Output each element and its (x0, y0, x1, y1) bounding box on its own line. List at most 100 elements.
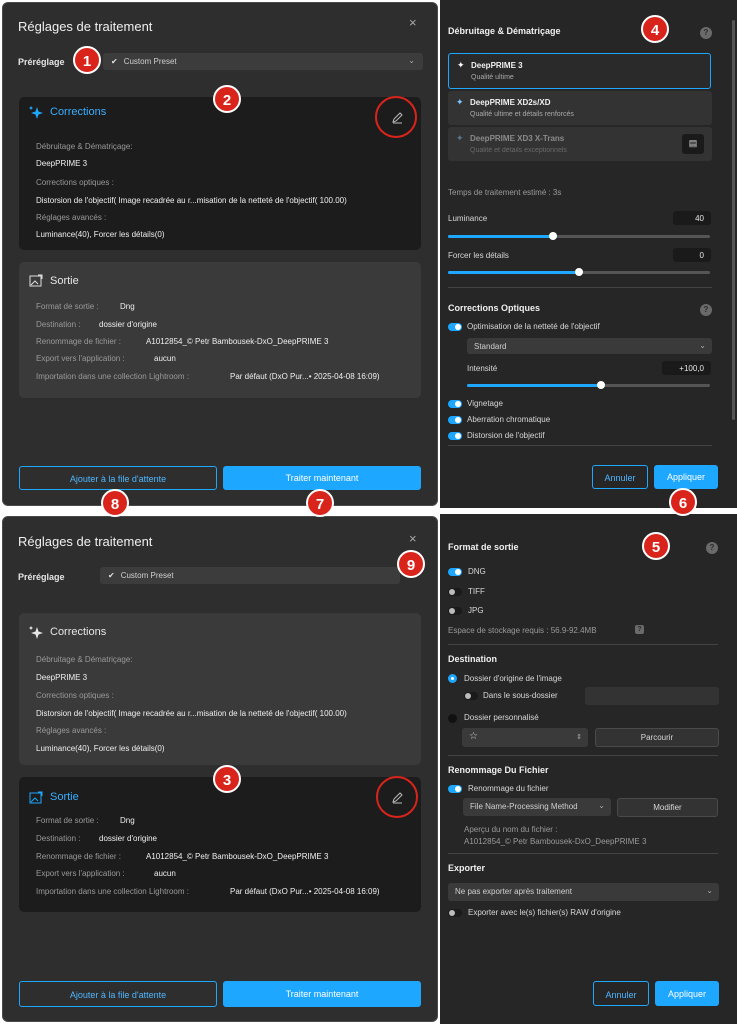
lightroom-key: Importation dans une collection Lightroo… (36, 887, 189, 896)
chromatic-toggle[interactable] (448, 416, 462, 424)
preset-label: Préréglage (18, 57, 65, 67)
scrollbar[interactable] (732, 20, 735, 420)
rename-method-value: File Name-Processing Method (470, 802, 578, 811)
origin-folder-radio[interactable] (448, 674, 457, 683)
vignetting-toggle[interactable] (448, 400, 462, 408)
sparkle-icon: ✦ (456, 133, 464, 143)
top-right-panel: Débruitage & Dématriçage ? ✦ DeepPRIME 3… (440, 0, 737, 508)
output-card[interactable]: Sortie Format de sortie : Dng Destinatio… (19, 777, 421, 912)
format-value: Dng (120, 816, 135, 825)
marker-8: 8 (101, 489, 129, 517)
option-name: DeepPRIME XD2s/XD (470, 98, 551, 107)
advanced-key: Réglages avancés : (36, 213, 107, 222)
export-raw-toggle[interactable] (448, 909, 462, 917)
subfolder-toggle[interactable] (464, 692, 478, 700)
help-icon[interactable]: ? (700, 304, 712, 316)
custom-folder-radio[interactable] (448, 714, 457, 723)
preset-dropdown[interactable]: ✔ Custom Preset ⌄ (103, 53, 423, 70)
origin-folder-label: Dossier d'origine de l'image (464, 674, 562, 683)
sparkle-icon: ✦ (456, 97, 464, 107)
intensity-slider[interactable] (467, 381, 710, 389)
option-deepprime3[interactable]: ✦ DeepPRIME 3 Qualité ultime (448, 53, 711, 89)
help-icon[interactable]: ? (635, 625, 644, 634)
preset-value: Custom Preset (120, 571, 174, 580)
details-value[interactable]: 0 (673, 248, 711, 262)
close-icon[interactable]: × (409, 15, 417, 30)
corrections-card[interactable]: Corrections Débruitage & Dématriçage: De… (19, 613, 421, 765)
preview-label: Aperçu du nom du fichier : (464, 825, 558, 834)
sharpen-toggle[interactable] (448, 323, 462, 331)
jpg-label: JPG (468, 606, 484, 615)
export-key: Export vers l'application : (36, 354, 125, 363)
add-to-queue-button[interactable]: Ajouter à la file d'attente (19, 981, 217, 1007)
advanced-key: Réglages avancés : (36, 726, 107, 735)
help-icon[interactable]: ? (700, 27, 712, 39)
jpg-toggle[interactable] (448, 607, 462, 615)
option-deepprime-xd2s[interactable]: ✦ DeepPRIME XD2s/XD Qualité ultime et dé… (448, 91, 712, 125)
output-card[interactable]: Sortie Format de sortie : Dng Destinatio… (19, 262, 421, 398)
denoise-value: DeepPRIME 3 (36, 673, 88, 682)
help-icon[interactable]: ? (706, 542, 718, 554)
slider-knob[interactable] (548, 232, 557, 240)
cancel-button[interactable]: Annuler (592, 465, 648, 489)
sharpen-mode-dropdown[interactable]: Standard ⌄ (467, 338, 712, 354)
divider (448, 853, 718, 854)
luminance-label: Luminance (448, 214, 488, 223)
favorite-folder-dropdown[interactable]: ☆ ⇕ (462, 728, 588, 747)
subfolder-input[interactable] (585, 687, 719, 705)
rename-value: A1012854_© Petr Bambousek-DxO_DeepPRIME … (146, 852, 329, 861)
chromatic-label: Aberration chromatique (467, 415, 551, 424)
intensity-label: Intensité (467, 364, 498, 373)
dng-label: DNG (468, 567, 486, 576)
export-value: aucun (154, 354, 176, 363)
marker-7: 7 (306, 489, 334, 517)
updown-icon: ⇕ (576, 734, 582, 741)
rename-label: Renommage du fichier (468, 784, 549, 793)
intensity-value[interactable]: +100,0 (662, 361, 711, 375)
distortion-toggle[interactable] (448, 432, 462, 440)
dng-toggle[interactable] (448, 568, 462, 576)
process-now-button[interactable]: Traiter maintenant (223, 981, 421, 1007)
divider (448, 287, 712, 288)
luminance-slider[interactable] (448, 232, 710, 240)
option-deepprime-xd3-xtrans[interactable]: ✦ DeepPRIME XD3 X-Trans Qualité et détai… (448, 127, 712, 161)
optics-value: Distorsion de l'objectif( Image recadrée… (36, 709, 347, 718)
divider (448, 755, 718, 756)
lightroom-value: Par défaut (DxO Pur...• 2025-04-08 16:09… (230, 372, 380, 381)
apply-button[interactable]: Appliquer (655, 981, 719, 1006)
export-value: Ne pas exporter après traitement (455, 887, 572, 896)
lightroom-value: Par défaut (DxO Pur...• 2025-04-08 16:09… (230, 887, 380, 896)
slider-knob[interactable] (596, 381, 605, 389)
chevron-down-icon: ⌄ (706, 886, 713, 895)
export-title: Exporter (448, 863, 486, 873)
option-desc: Qualité ultime et détails renforcés (470, 111, 574, 118)
modify-button[interactable]: Modifier (617, 798, 718, 817)
preset-dropdown[interactable]: ✔ Custom Preset (100, 567, 400, 584)
chat-icon[interactable]: ▤ (682, 134, 704, 154)
apply-button[interactable]: Appliquer (654, 465, 718, 489)
close-icon[interactable]: × (409, 531, 417, 546)
rename-key: Renommage de fichier : (36, 852, 121, 861)
process-now-button[interactable]: Traiter maintenant (223, 466, 421, 490)
marker-2: 2 (213, 85, 241, 113)
bottom-right-panel: Format de sortie ? DNG TIFF JPG Espace d… (440, 514, 737, 1024)
rename-method-dropdown[interactable]: File Name-Processing Method ⌄ (463, 798, 611, 816)
slider-knob[interactable] (575, 268, 583, 276)
export-dropdown[interactable]: Ne pas exporter après traitement ⌄ (448, 883, 719, 901)
image-export-icon (29, 274, 43, 287)
details-slider[interactable] (448, 268, 710, 276)
optics-key: Corrections optiques : (36, 691, 114, 700)
corrections-card[interactable]: Corrections Débruitage & Dématriçage: De… (19, 97, 421, 250)
star-icon: ☆ (469, 731, 478, 742)
add-to-queue-button[interactable]: Ajouter à la file d'attente (19, 466, 217, 490)
check-icon: ✔ (111, 57, 118, 66)
browse-button[interactable]: Parcourir (595, 728, 719, 747)
storage-required: Espace de stockage requis : 56.9-92.4MB (448, 626, 597, 635)
export-key: Export vers l'application : (36, 869, 125, 878)
tiff-toggle[interactable] (448, 588, 462, 596)
rename-toggle[interactable] (448, 785, 462, 793)
cancel-button[interactable]: Annuler (593, 981, 649, 1006)
luminance-value[interactable]: 40 (673, 211, 711, 225)
marker-1: 1 (73, 46, 101, 74)
destination-key: Destination : (36, 834, 81, 843)
